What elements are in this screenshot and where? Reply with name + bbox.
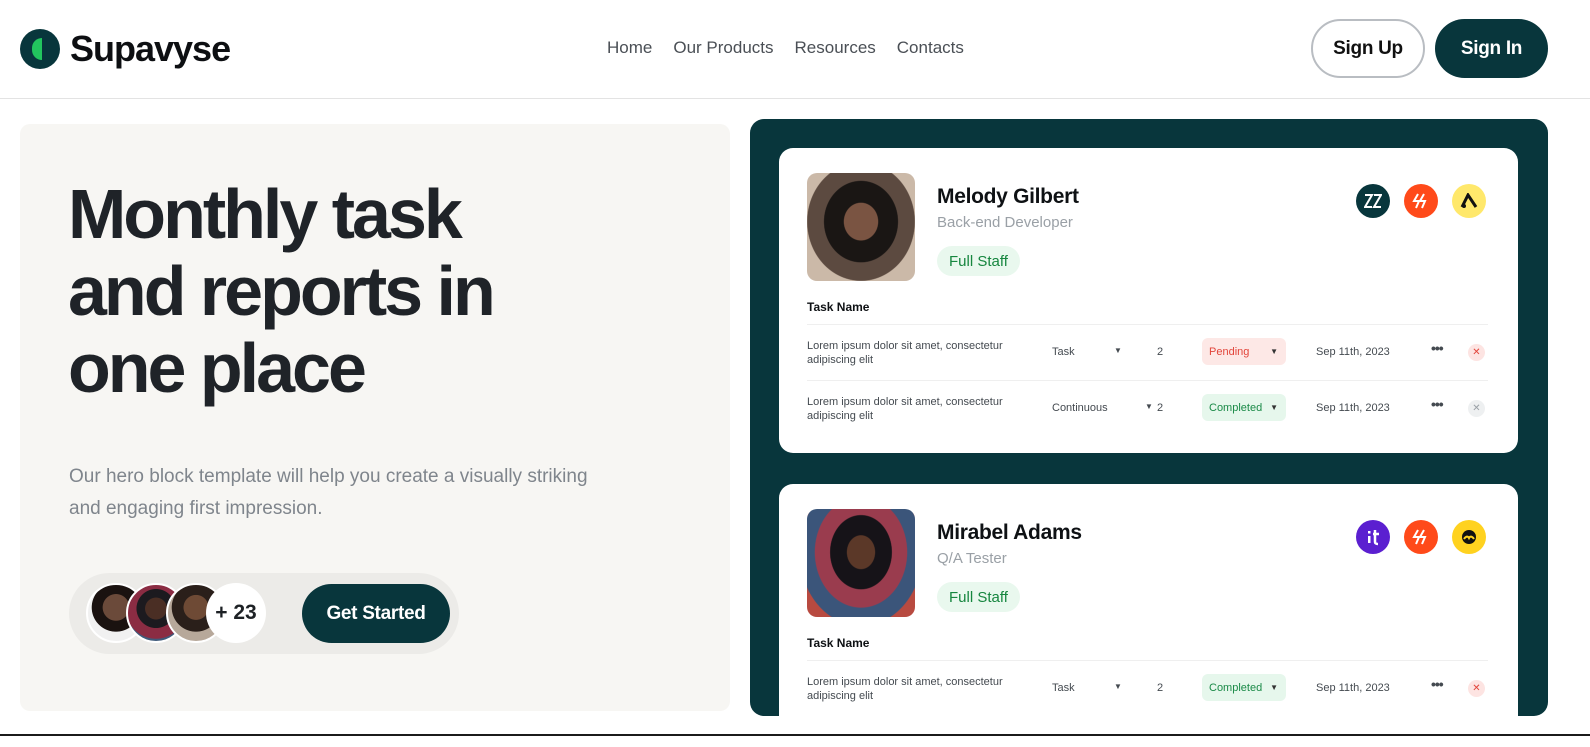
zendesk-icon[interactable] (1356, 184, 1390, 218)
close-icon[interactable]: ✕ (1468, 344, 1485, 361)
tt-icon[interactable] (1356, 520, 1390, 554)
task-count: 2 (1157, 402, 1164, 414)
close-icon[interactable]: ✕ (1468, 400, 1485, 417)
task-type-select[interactable]: Continuous (1052, 402, 1108, 414)
sign-in-button[interactable]: Sign In (1435, 19, 1548, 78)
sign-up-button[interactable]: Sign Up (1311, 19, 1425, 78)
status-label: Completed (1209, 681, 1263, 694)
task-type-select[interactable]: Task (1052, 682, 1075, 694)
task-description-line: Lorem ipsum dolor sit amet, consectetur (807, 340, 1003, 352)
logo-icon (20, 29, 60, 69)
chevron-down-icon[interactable]: ▼ (1145, 402, 1153, 411)
site-header: Supavyse Home Our Products Resources Con… (0, 0, 1590, 99)
status-select[interactable]: Pending ▼ (1202, 338, 1286, 365)
task-description-line: Lorem ipsum dolor sit amet, consectetur (807, 676, 1003, 688)
more-options-icon[interactable]: ••• (1431, 396, 1444, 412)
chevron-down-icon[interactable]: ▼ (1114, 682, 1122, 691)
app-icons (1356, 520, 1486, 554)
hubspot-icon[interactable] (1404, 184, 1438, 218)
task-description-line: adipiscing elit (807, 410, 874, 422)
staff-badge: Full Staff (937, 582, 1020, 612)
task-name-header: Task Name (807, 636, 870, 650)
brand-name: Supavyse (70, 28, 231, 69)
nav-contacts-link[interactable]: Contacts (897, 38, 964, 58)
task-description: Lorem ipsum dolor sit amet, consectetur … (807, 395, 1017, 423)
nav-products-link[interactable]: Our Products (673, 38, 773, 58)
nav-resources-link[interactable]: Resources (795, 38, 876, 58)
more-options-icon[interactable]: ••• (1431, 676, 1444, 692)
status-select[interactable]: Completed ▼ (1202, 394, 1286, 421)
staff-card: Mirabel Adams Q/A Tester Full Staff Task… (779, 484, 1518, 716)
staff-role: Q/A Tester (937, 550, 1007, 567)
task-date: Sep 11th, 2023 (1316, 346, 1390, 358)
hero-subtitle-line: Our hero block template will help you cr… (69, 466, 588, 487)
hero-section: Monthly task and reports in one place Ou… (20, 124, 730, 711)
main-nav: Home Our Products Resources Contacts (607, 38, 964, 58)
app-icons (1356, 184, 1486, 218)
profile-photo (807, 173, 915, 281)
task-count: 2 (1157, 682, 1164, 694)
status-label: Pending (1209, 345, 1250, 358)
brand-logo[interactable]: Supavyse (20, 28, 231, 70)
task-description-line: Lorem ipsum dolor sit amet, consectetur (807, 396, 1003, 408)
nav-home-link[interactable]: Home (607, 38, 652, 58)
hubspot-icon[interactable] (1404, 520, 1438, 554)
staff-badge: Full Staff (937, 246, 1020, 276)
hero-title: Monthly task and reports in one place (68, 176, 628, 407)
hero-title-line: Monthly task (68, 175, 463, 253)
chevron-down-icon: ▼ (1270, 683, 1278, 692)
chevron-down-icon: ▼ (1270, 403, 1278, 412)
table-row: Lorem ipsum dolor sit amet, consectetur … (807, 324, 1488, 380)
staff-role: Back-end Developer (937, 214, 1073, 231)
more-options-icon[interactable]: ••• (1431, 340, 1444, 356)
hero-subtitle-line: and engaging first impression. (69, 498, 323, 519)
hero-subtitle: Our hero block template will help you cr… (69, 461, 599, 525)
basecamp-icon[interactable] (1452, 520, 1486, 554)
staff-card: Melody Gilbert Back-end Developer Full S… (779, 148, 1518, 453)
chevron-down-icon[interactable]: ▼ (1114, 346, 1122, 355)
task-type-select[interactable]: Task (1052, 346, 1075, 358)
staff-panel: Melody Gilbert Back-end Developer Full S… (750, 119, 1548, 716)
staff-name: Mirabel Adams (937, 521, 1082, 544)
staff-name: Melody Gilbert (937, 185, 1079, 208)
get-started-button[interactable]: Get Started (302, 584, 450, 643)
archive-a-icon[interactable] (1452, 184, 1486, 218)
status-label: Completed (1209, 401, 1263, 414)
close-icon[interactable]: ✕ (1468, 680, 1485, 697)
profile-photo (807, 509, 915, 617)
chevron-down-icon: ▼ (1270, 347, 1278, 356)
task-description: Lorem ipsum dolor sit amet, consectetur … (807, 675, 1017, 703)
hero-title-line: one place (68, 329, 367, 407)
divider (0, 734, 1590, 736)
hero-title-line: and reports in (68, 252, 496, 330)
task-count: 2 (1157, 346, 1164, 358)
task-name-header: Task Name (807, 300, 870, 314)
table-row: Lorem ipsum dolor sit amet, consectetur … (807, 660, 1488, 716)
task-description-line: adipiscing elit (807, 354, 874, 366)
cta-group: + 23 Get Started (69, 573, 459, 654)
task-description: Lorem ipsum dolor sit amet, consectetur … (807, 339, 1017, 367)
task-date: Sep 11th, 2023 (1316, 402, 1390, 414)
status-select[interactable]: Completed ▼ (1202, 674, 1286, 701)
task-description-line: adipiscing elit (807, 690, 874, 702)
avatar-count: + 23 (206, 583, 266, 643)
task-date: Sep 11th, 2023 (1316, 682, 1390, 694)
table-row: Lorem ipsum dolor sit amet, consectetur … (807, 380, 1488, 436)
